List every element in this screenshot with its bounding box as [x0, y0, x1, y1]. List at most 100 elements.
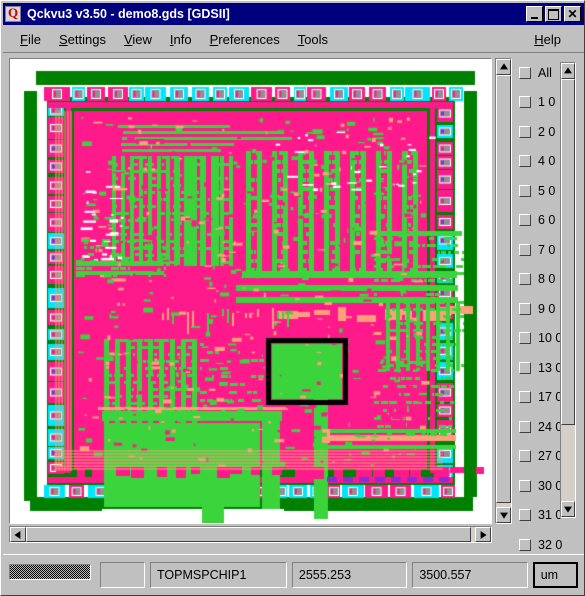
gds-layout-canvas[interactable] [10, 59, 491, 523]
layer-checkbox-9-0[interactable] [519, 302, 531, 315]
layer-row-30-0[interactable]: 30 0 [515, 471, 564, 501]
menu-info[interactable]: Info [161, 30, 201, 49]
layer-label-8-0: 8 0 [538, 272, 556, 287]
layer-checkbox-17-0[interactable] [519, 391, 531, 404]
menu-preferences[interactable]: Preferences [201, 30, 289, 49]
menu-settings-rest: ettings [67, 32, 106, 47]
layer-checkbox-31-0[interactable] [519, 509, 531, 522]
hscroll-thumb[interactable] [26, 527, 471, 542]
layer-row-6-0[interactable]: 6 0 [515, 206, 564, 236]
canvas-horizontal-scrollbar[interactable] [9, 526, 492, 543]
work-area: All 1 0 2 0 4 0 5 0 6 0 7 0 8 0 9 0 10 0… [3, 54, 584, 552]
layer-row-13-0[interactable]: 13 0 [515, 353, 564, 383]
layer-checkbox-8-0[interactable] [519, 273, 531, 286]
menu-help[interactable]: Help [525, 30, 570, 49]
layer-label-13-0: 13 0 [538, 360, 563, 375]
layer-row-24-0[interactable]: 24 0 [515, 412, 564, 442]
layer-checkbox-30-0[interactable] [519, 479, 531, 492]
layer-scroll-down-button[interactable] [561, 501, 575, 517]
layer-label-32-0: 32 0 [538, 537, 563, 552]
layer-row-9-0[interactable]: 9 0 [515, 294, 564, 324]
menu-settings[interactable]: Settings [50, 30, 115, 49]
status-x-coordinate: 2555.253 [291, 562, 408, 588]
layer-row-4-0[interactable]: 4 0 [515, 147, 564, 177]
menu-preferences-rest: references [218, 32, 280, 47]
menu-file-rest: ile [27, 32, 41, 47]
layer-row-1-0[interactable]: 1 0 [515, 88, 564, 118]
layer-checkbox-1-0[interactable] [519, 96, 531, 109]
layer-scroll-thumb[interactable] [561, 79, 575, 426]
layer-panel: All 1 0 2 0 4 0 5 0 6 0 7 0 8 0 9 0 10 0… [515, 58, 580, 552]
menu-bar: File Settings View Info Preferences Tool… [3, 27, 584, 53]
layer-label-9-0: 9 0 [538, 301, 556, 316]
layer-label-6-0: 6 0 [538, 213, 556, 228]
menu-view[interactable]: View [115, 30, 161, 49]
status-bar: TOPMSPCHIP1 2555.253 3500.557 um [3, 554, 584, 595]
scroll-left-button[interactable] [10, 527, 26, 542]
vscroll-track[interactable] [496, 75, 511, 507]
layer-row-31-0[interactable]: 31 0 [515, 501, 564, 531]
layer-label-4-0: 4 0 [538, 154, 556, 169]
layer-checkbox-10-0[interactable] [519, 332, 531, 345]
layer-row-7-0[interactable]: 7 0 [515, 235, 564, 265]
hscroll-track[interactable] [26, 527, 475, 542]
layer-list: All 1 0 2 0 4 0 5 0 6 0 7 0 8 0 9 0 10 0… [515, 58, 564, 552]
layer-label-30-0: 30 0 [538, 478, 563, 493]
title-bar: Qckvu3 v3.50 - demo8.gds [GDSII] ✕ [3, 3, 584, 25]
layer-checkbox-6-0[interactable] [519, 214, 531, 227]
menu-tools[interactable]: Tools [289, 30, 337, 49]
menu-file[interactable]: File [11, 30, 50, 49]
layer-row-all[interactable]: All [515, 58, 564, 88]
layer-row-17-0[interactable]: 17 0 [515, 383, 564, 413]
scroll-right-button[interactable] [475, 527, 491, 542]
maximize-button[interactable] [545, 6, 562, 22]
layer-label-1-0: 1 0 [538, 95, 556, 110]
status-units[interactable]: um [532, 562, 578, 588]
layer-checkbox-7-0[interactable] [519, 243, 531, 256]
layer-label-17-0: 17 0 [538, 390, 563, 405]
menu-view-rest: iew [132, 32, 152, 47]
scroll-down-button[interactable] [496, 507, 511, 523]
application-window: Qckvu3 v3.50 - demo8.gds [GDSII] ✕ File … [0, 0, 585, 596]
layer-row-8-0[interactable]: 8 0 [515, 265, 564, 295]
progress-bar [9, 563, 91, 580]
status-y-coordinate: 3500.557 [412, 562, 528, 588]
layer-row-2-0[interactable]: 2 0 [515, 117, 564, 147]
layer-label-10-0: 10 0 [538, 331, 563, 346]
status-cell-name: TOPMSPCHIP1 [150, 562, 287, 588]
minimize-button[interactable] [526, 6, 543, 22]
progress-bar-wrapper [9, 563, 95, 587]
layer-checkbox-5-0[interactable] [519, 184, 531, 197]
layer-label-31-0: 31 0 [538, 508, 563, 523]
layer-checkbox-2-0[interactable] [519, 125, 531, 138]
menu-info-rest: nfo [173, 32, 192, 47]
layer-scroll-up-button[interactable] [561, 63, 575, 79]
layer-list-scrollbar[interactable] [560, 62, 576, 518]
layer-row-27-0[interactable]: 27 0 [515, 442, 564, 472]
layer-label-24-0: 24 0 [538, 419, 563, 434]
layer-row-10-0[interactable]: 10 0 [515, 324, 564, 354]
layer-checkbox-24-0[interactable] [519, 420, 531, 433]
canvas-vertical-scrollbar[interactable] [495, 58, 512, 524]
layer-label-2-0: 2 0 [538, 124, 556, 139]
window-title: Qckvu3 v3.50 - demo8.gds [GDSII] [27, 7, 230, 21]
layer-scroll-track[interactable] [561, 79, 575, 501]
layer-label-7-0: 7 0 [538, 242, 556, 257]
layer-checkbox-32-0[interactable] [519, 538, 531, 551]
layer-checkbox-4-0[interactable] [519, 155, 531, 168]
layer-checkbox-all[interactable] [519, 66, 531, 79]
layer-label-27-0: 27 0 [538, 449, 563, 464]
layer-checkbox-27-0[interactable] [519, 450, 531, 463]
menu-tools-rest: ools [304, 32, 329, 47]
window-buttons: ✕ [526, 6, 581, 22]
status-blank-field [99, 562, 146, 588]
app-icon [5, 5, 21, 22]
layer-checkbox-13-0[interactable] [519, 361, 531, 374]
scroll-up-button[interactable] [496, 59, 511, 75]
vscroll-thumb[interactable] [496, 75, 511, 503]
layer-row-5-0[interactable]: 5 0 [515, 176, 564, 206]
layout-canvas-frame[interactable] [9, 58, 492, 524]
layer-label-5-0: 5 0 [538, 183, 556, 198]
layer-label-all: All [538, 65, 552, 80]
close-button[interactable]: ✕ [564, 6, 581, 22]
